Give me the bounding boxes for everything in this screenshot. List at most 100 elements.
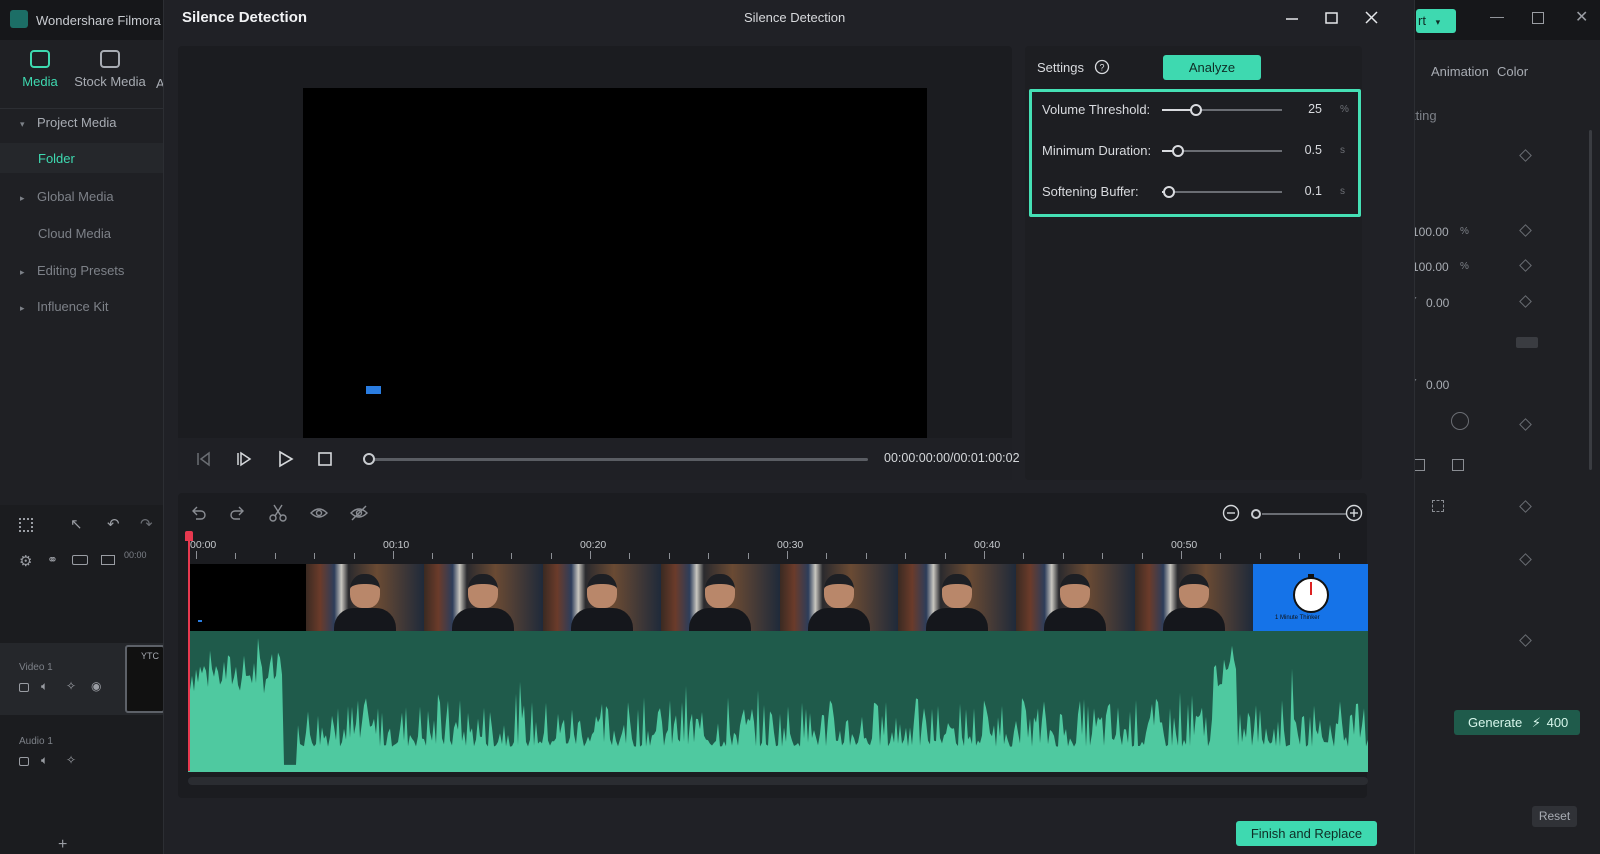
speaker-icon[interactable]: 🔈︎: [41, 753, 48, 768]
minimize-icon[interactable]: [1280, 8, 1304, 28]
select-arrow-icon[interactable]: ↖: [70, 515, 83, 533]
clip-tag: YTC: [141, 651, 159, 661]
tab-color[interactable]: Color: [1497, 64, 1528, 79]
thumbnail-frame: [542, 564, 662, 631]
bg-video-clip[interactable]: YTC: [125, 645, 165, 713]
scale-y-value[interactable]: 100.00: [1412, 260, 1449, 274]
link-icon[interactable]: ⚭: [47, 552, 58, 568]
rotate-dial-icon[interactable]: [1451, 412, 1469, 430]
play-icon[interactable]: [276, 450, 294, 468]
thumbnail-frame: [1134, 564, 1254, 631]
zoom-out-icon[interactable]: [1221, 503, 1241, 523]
reset-label: Reset: [1538, 809, 1571, 823]
restore-app-icon[interactable]: [1532, 12, 1544, 24]
magic-icon[interactable]: ✧: [66, 679, 76, 693]
param-value[interactable]: 0.5: [1294, 143, 1322, 157]
ruler-label: 00:30: [777, 539, 804, 551]
layout-grid-icon[interactable]: [19, 518, 33, 532]
redo-icon[interactable]: ↷: [140, 515, 153, 533]
track-add-icon[interactable]: [72, 555, 88, 565]
close-app-icon[interactable]: ✕: [1575, 7, 1588, 27]
lock-icon[interactable]: [19, 757, 29, 766]
position-y2-value[interactable]: 0.00: [1426, 378, 1449, 392]
timeline-scrollbar[interactable]: [188, 777, 1368, 785]
softening-buffer-slider[interactable]: [1162, 186, 1282, 198]
close-icon[interactable]: [1360, 8, 1384, 28]
param-value[interactable]: 25: [1294, 102, 1322, 116]
bg-ruler-start: 00:00: [124, 550, 147, 560]
media-tree-item-folder[interactable]: Folder: [0, 143, 165, 173]
undo-icon[interactable]: ↶: [107, 515, 120, 533]
lock-icon[interactable]: [19, 683, 29, 692]
help-icon[interactable]: ?: [1094, 59, 1110, 75]
time-ruler[interactable]: 00:00 00:10 00:20 00:30 00:40 00:50: [188, 539, 1368, 561]
media-tree-item-cloud-media[interactable]: Cloud Media: [38, 225, 111, 243]
eye-hidden-icon[interactable]: [349, 503, 369, 523]
eye-icon[interactable]: [309, 503, 329, 523]
fit-frame-icon[interactable]: [1432, 500, 1444, 512]
ruler-tick: [1338, 553, 1340, 559]
video-preview[interactable]: [303, 88, 927, 440]
slider-knob[interactable]: [1189, 104, 1202, 116]
position-y-value[interactable]: 0.00: [1426, 296, 1449, 310]
clip-track[interactable]: 1 Minute Thinker: [188, 564, 1368, 772]
export-button[interactable]: rt ▾: [1416, 9, 1456, 33]
media-tree-item-influence-kit[interactable]: ▸ Influence Kit: [20, 298, 109, 316]
tab-media[interactable]: Media: [14, 50, 66, 89]
undo-icon[interactable]: [188, 503, 208, 523]
ruler-tick: [393, 551, 394, 559]
flip-vertical-icon[interactable]: [1452, 459, 1464, 471]
media-tree-item-project-media[interactable]: ▾ Project Media: [20, 114, 116, 132]
generate-label: Generate: [1468, 715, 1523, 730]
tab-stock-media[interactable]: Stock Media: [72, 50, 148, 89]
generate-button[interactable]: Generate ⚡︎ 400: [1454, 710, 1580, 735]
add-track-icon[interactable]: +: [58, 836, 67, 854]
keyframe-diamond-icon[interactable]: [1519, 149, 1532, 162]
generate-credits: 400: [1546, 715, 1569, 730]
zoom-in-icon[interactable]: [1344, 503, 1364, 523]
thumbnail-frame: [1016, 564, 1135, 631]
scissors-icon[interactable]: [268, 503, 288, 523]
track-layout-icon[interactable]: [101, 555, 115, 565]
settings-gear-icon[interactable]: ⚙: [19, 552, 32, 570]
keyframe-diamond-icon[interactable]: [1519, 634, 1532, 647]
waveform-path: [188, 638, 1368, 772]
zoom-slider[interactable]: [1262, 513, 1347, 515]
minimize-app-icon[interactable]: —: [1490, 8, 1504, 24]
zoom-slider-knob[interactable]: [1251, 509, 1261, 519]
stop-icon[interactable]: [316, 450, 334, 468]
reset-button[interactable]: Reset: [1532, 806, 1577, 827]
speaker-icon[interactable]: 🔈︎: [41, 679, 48, 694]
keyframe-diamond-icon[interactable]: [1519, 553, 1532, 566]
keyframe-diamond-icon[interactable]: [1519, 500, 1532, 513]
maximize-icon[interactable]: [1320, 8, 1344, 28]
scale-x-value[interactable]: 100.00: [1412, 225, 1449, 239]
slider-knob[interactable]: [1171, 145, 1184, 157]
slider-knob[interactable]: [1163, 186, 1176, 198]
person-shirt: [334, 608, 396, 631]
keyframe-diamond-icon[interactable]: [1519, 259, 1532, 272]
tab-animation[interactable]: Animation: [1431, 64, 1489, 79]
param-value[interactable]: 0.1: [1294, 184, 1322, 198]
ruler-label: 00:50: [1171, 539, 1198, 551]
media-tree-item-editing-presets[interactable]: ▸ Editing Presets: [20, 262, 124, 280]
playhead[interactable]: [188, 538, 190, 771]
playback-progress-knob[interactable]: [363, 453, 375, 465]
next-frame-icon[interactable]: [235, 450, 253, 468]
previous-frame-icon[interactable]: [194, 450, 212, 468]
minimum-duration-slider[interactable]: [1162, 145, 1282, 157]
volume-threshold-slider[interactable]: [1162, 104, 1282, 116]
keyframe-diamond-icon[interactable]: [1519, 295, 1532, 308]
keyframe-diamond-icon[interactable]: [1519, 224, 1532, 237]
dialog-window-title: Silence Detection: [744, 10, 846, 25]
redo-icon[interactable]: [228, 503, 248, 523]
eye-icon[interactable]: ◉: [91, 679, 101, 693]
scrollbar[interactable]: [1589, 130, 1592, 470]
keyframe-diamond-icon[interactable]: [1519, 418, 1532, 431]
analyze-button[interactable]: Analyze: [1163, 55, 1261, 80]
playback-progress-bar[interactable]: [368, 458, 868, 461]
magic-icon[interactable]: ✧: [66, 753, 76, 767]
toggle-switch[interactable]: [1516, 337, 1538, 348]
finish-and-replace-button[interactable]: Finish and Replace: [1236, 821, 1377, 846]
media-tree-item-global-media[interactable]: ▸ Global Media: [20, 188, 114, 206]
